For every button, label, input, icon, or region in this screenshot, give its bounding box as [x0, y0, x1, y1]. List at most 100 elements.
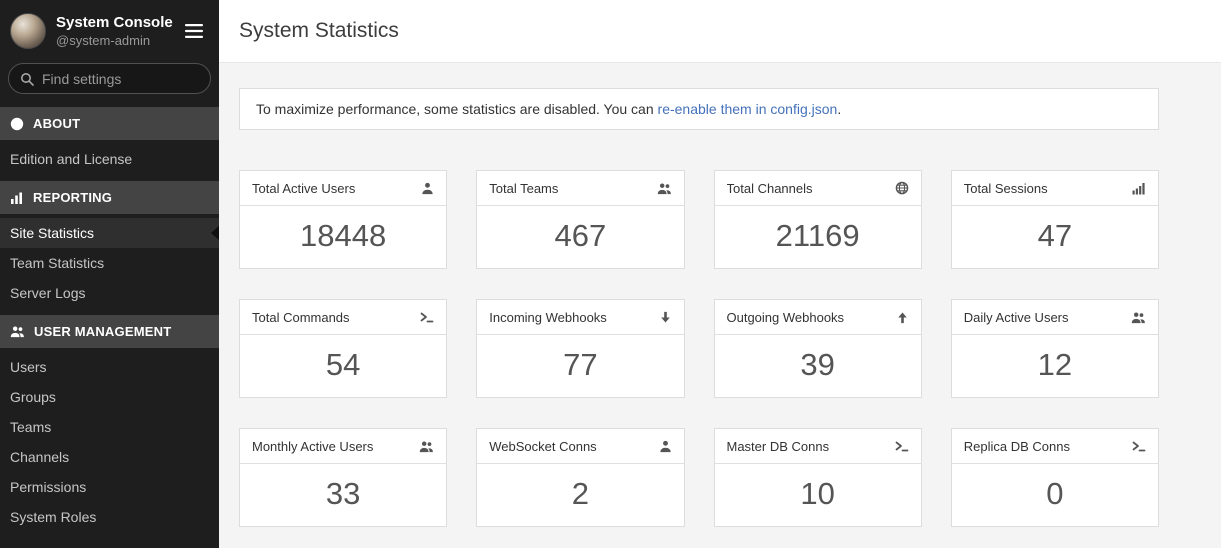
stat-label: WebSocket Conns — [489, 439, 596, 454]
stat-card-total-sessions: Total Sessions 47 — [951, 170, 1159, 269]
stat-value: 10 — [715, 464, 921, 526]
sidebar-item-label: Site Statistics — [10, 225, 94, 241]
stat-card-daily-active-users: Daily Active Users 12 — [951, 299, 1159, 398]
stat-value: 18448 — [240, 206, 446, 268]
sidebar-section-header-about: ABOUT — [0, 107, 219, 140]
stat-card-header: Master DB Conns — [715, 429, 921, 464]
stat-card-header: Total Active Users — [240, 171, 446, 206]
stat-label: Total Sessions — [964, 181, 1048, 196]
arrow-down-icon — [659, 311, 672, 324]
sidebar-section-label: USER MANAGEMENT — [34, 324, 171, 339]
stat-card-header: Total Channels — [715, 171, 921, 206]
stat-label: Total Active Users — [252, 181, 355, 196]
stat-label: Monthly Active Users — [252, 439, 373, 454]
sidebar-item-teams[interactable]: Teams — [0, 412, 219, 442]
stat-label: Master DB Conns — [727, 439, 830, 454]
sidebar-item-label: Channels — [10, 449, 69, 465]
search-box[interactable] — [8, 63, 211, 94]
sidebar-section-label: REPORTING — [33, 190, 112, 205]
terminal-icon — [1132, 439, 1146, 453]
sidebar-section-user-management: USER MANAGEMENT Users Groups Teams Channels P… — [0, 315, 219, 532]
sidebar-item-label: Edition and License — [10, 151, 132, 167]
main-content: System Statistics To maximize performanc… — [219, 0, 1221, 548]
sidebar-section-about: ABOUT Edition and License — [0, 107, 219, 174]
sidebar-item-edition-and-license[interactable]: Edition and License — [0, 144, 219, 174]
terminal-icon — [895, 439, 909, 453]
sidebar-item-groups[interactable]: Groups — [0, 382, 219, 412]
stats-grid: Total Active Users18448Total Teams467Tot… — [239, 170, 1159, 527]
sidebar-item-server-logs[interactable]: Server Logs — [0, 278, 219, 308]
stat-label: Total Teams — [489, 181, 558, 196]
stat-card-total-active-users: Total Active Users 18448 — [239, 170, 447, 269]
search-area — [0, 58, 219, 107]
page-title: System Statistics — [239, 19, 399, 43]
banner-config-link[interactable]: re-enable them in config.json — [658, 101, 838, 117]
stat-card-total-teams: Total Teams 467 — [476, 170, 684, 269]
stat-value: 467 — [477, 206, 683, 268]
search-icon — [20, 72, 34, 86]
sidebar-item-users[interactable]: Users — [0, 352, 219, 382]
sidebar-item-permissions[interactable]: Permissions — [0, 472, 219, 502]
sidebar-item-label: Teams — [10, 419, 51, 435]
sidebar-item-label: Groups — [10, 389, 56, 405]
stat-value: 33 — [240, 464, 446, 526]
content-area: To maximize performance, some statistics… — [219, 63, 1221, 548]
banner-text-before: To maximize performance, some statistics… — [256, 101, 658, 117]
stat-value: 0 — [952, 464, 1158, 526]
stat-value: 2 — [477, 464, 683, 526]
stat-card-monthly-active-users: Monthly Active Users 33 — [239, 428, 447, 527]
stat-label: Total Commands — [252, 310, 350, 325]
sidebar-section-header-user-management: USER MANAGEMENT — [0, 315, 219, 348]
stat-card-incoming-webhooks: Incoming Webhooks77 — [476, 299, 684, 398]
signal-bars-icon — [1132, 181, 1146, 195]
stat-value: 12 — [952, 335, 1158, 397]
user-group-icon — [10, 325, 25, 338]
user-group-icon — [419, 440, 434, 453]
sidebar-item-team-statistics[interactable]: Team Statistics — [0, 248, 219, 278]
sidebar-item-label: Permissions — [10, 479, 86, 495]
terminal-icon — [420, 310, 434, 324]
search-input[interactable] — [42, 71, 199, 87]
console-subtitle: @system-admin — [56, 33, 183, 50]
page-header: System Statistics — [219, 0, 1221, 63]
sidebar-item-site-statistics[interactable]: Site Statistics — [0, 218, 219, 248]
performance-banner: To maximize performance, some statistics… — [239, 88, 1159, 130]
sidebar-item-channels[interactable]: Channels — [0, 442, 219, 472]
sidebar-header: System Console @system-admin — [0, 0, 219, 58]
sidebar: System Console @system-admin ABOUT Editio… — [0, 0, 219, 548]
selected-item-caret — [211, 226, 219, 240]
stat-card-header: Monthly Active Users — [240, 429, 446, 464]
stat-value: 47 — [952, 206, 1158, 268]
stat-card-header: Replica DB Conns — [952, 429, 1158, 464]
user-icon — [659, 440, 672, 453]
stat-card-header: Outgoing Webhooks — [715, 300, 921, 335]
sidebar-section-header-reporting: REPORTING — [0, 181, 219, 214]
stat-card-replica-db-conns: Replica DB Conns0 — [951, 428, 1159, 527]
globe-icon — [895, 181, 909, 195]
hamburger-menu-icon[interactable] — [183, 22, 205, 40]
user-icon — [421, 182, 434, 195]
bar-chart-icon — [10, 191, 24, 205]
sidebar-item-label: Users — [10, 359, 47, 375]
stat-card-outgoing-webhooks: Outgoing Webhooks39 — [714, 299, 922, 398]
stat-value: 54 — [240, 335, 446, 397]
stat-label: Total Channels — [727, 181, 813, 196]
sidebar-section-label: ABOUT — [33, 116, 80, 131]
sidebar-section-reporting: REPORTING Site Statistics Team Statistics S… — [0, 181, 219, 308]
user-group-icon — [657, 182, 672, 195]
sidebar-sections: ABOUT Edition and License REPORTING Site St… — [0, 107, 219, 532]
stat-card-header: Total Commands — [240, 300, 446, 335]
user-group-icon — [1131, 311, 1146, 324]
sidebar-item-system-roles[interactable]: System Roles — [0, 502, 219, 532]
console-identity: System Console @system-admin — [56, 13, 183, 49]
sidebar-item-label: Server Logs — [10, 285, 85, 301]
arrow-up-icon — [896, 311, 909, 324]
stat-label: Daily Active Users — [964, 310, 1069, 325]
stat-label: Outgoing Webhooks — [727, 310, 845, 325]
avatar[interactable] — [10, 13, 46, 49]
stat-card-websocket-conns: WebSocket Conns 2 — [476, 428, 684, 527]
sidebar-item-label: Team Statistics — [10, 255, 104, 271]
stat-card-total-channels: Total Channels 21169 — [714, 170, 922, 269]
stat-value: 77 — [477, 335, 683, 397]
stat-value: 21169 — [715, 206, 921, 268]
